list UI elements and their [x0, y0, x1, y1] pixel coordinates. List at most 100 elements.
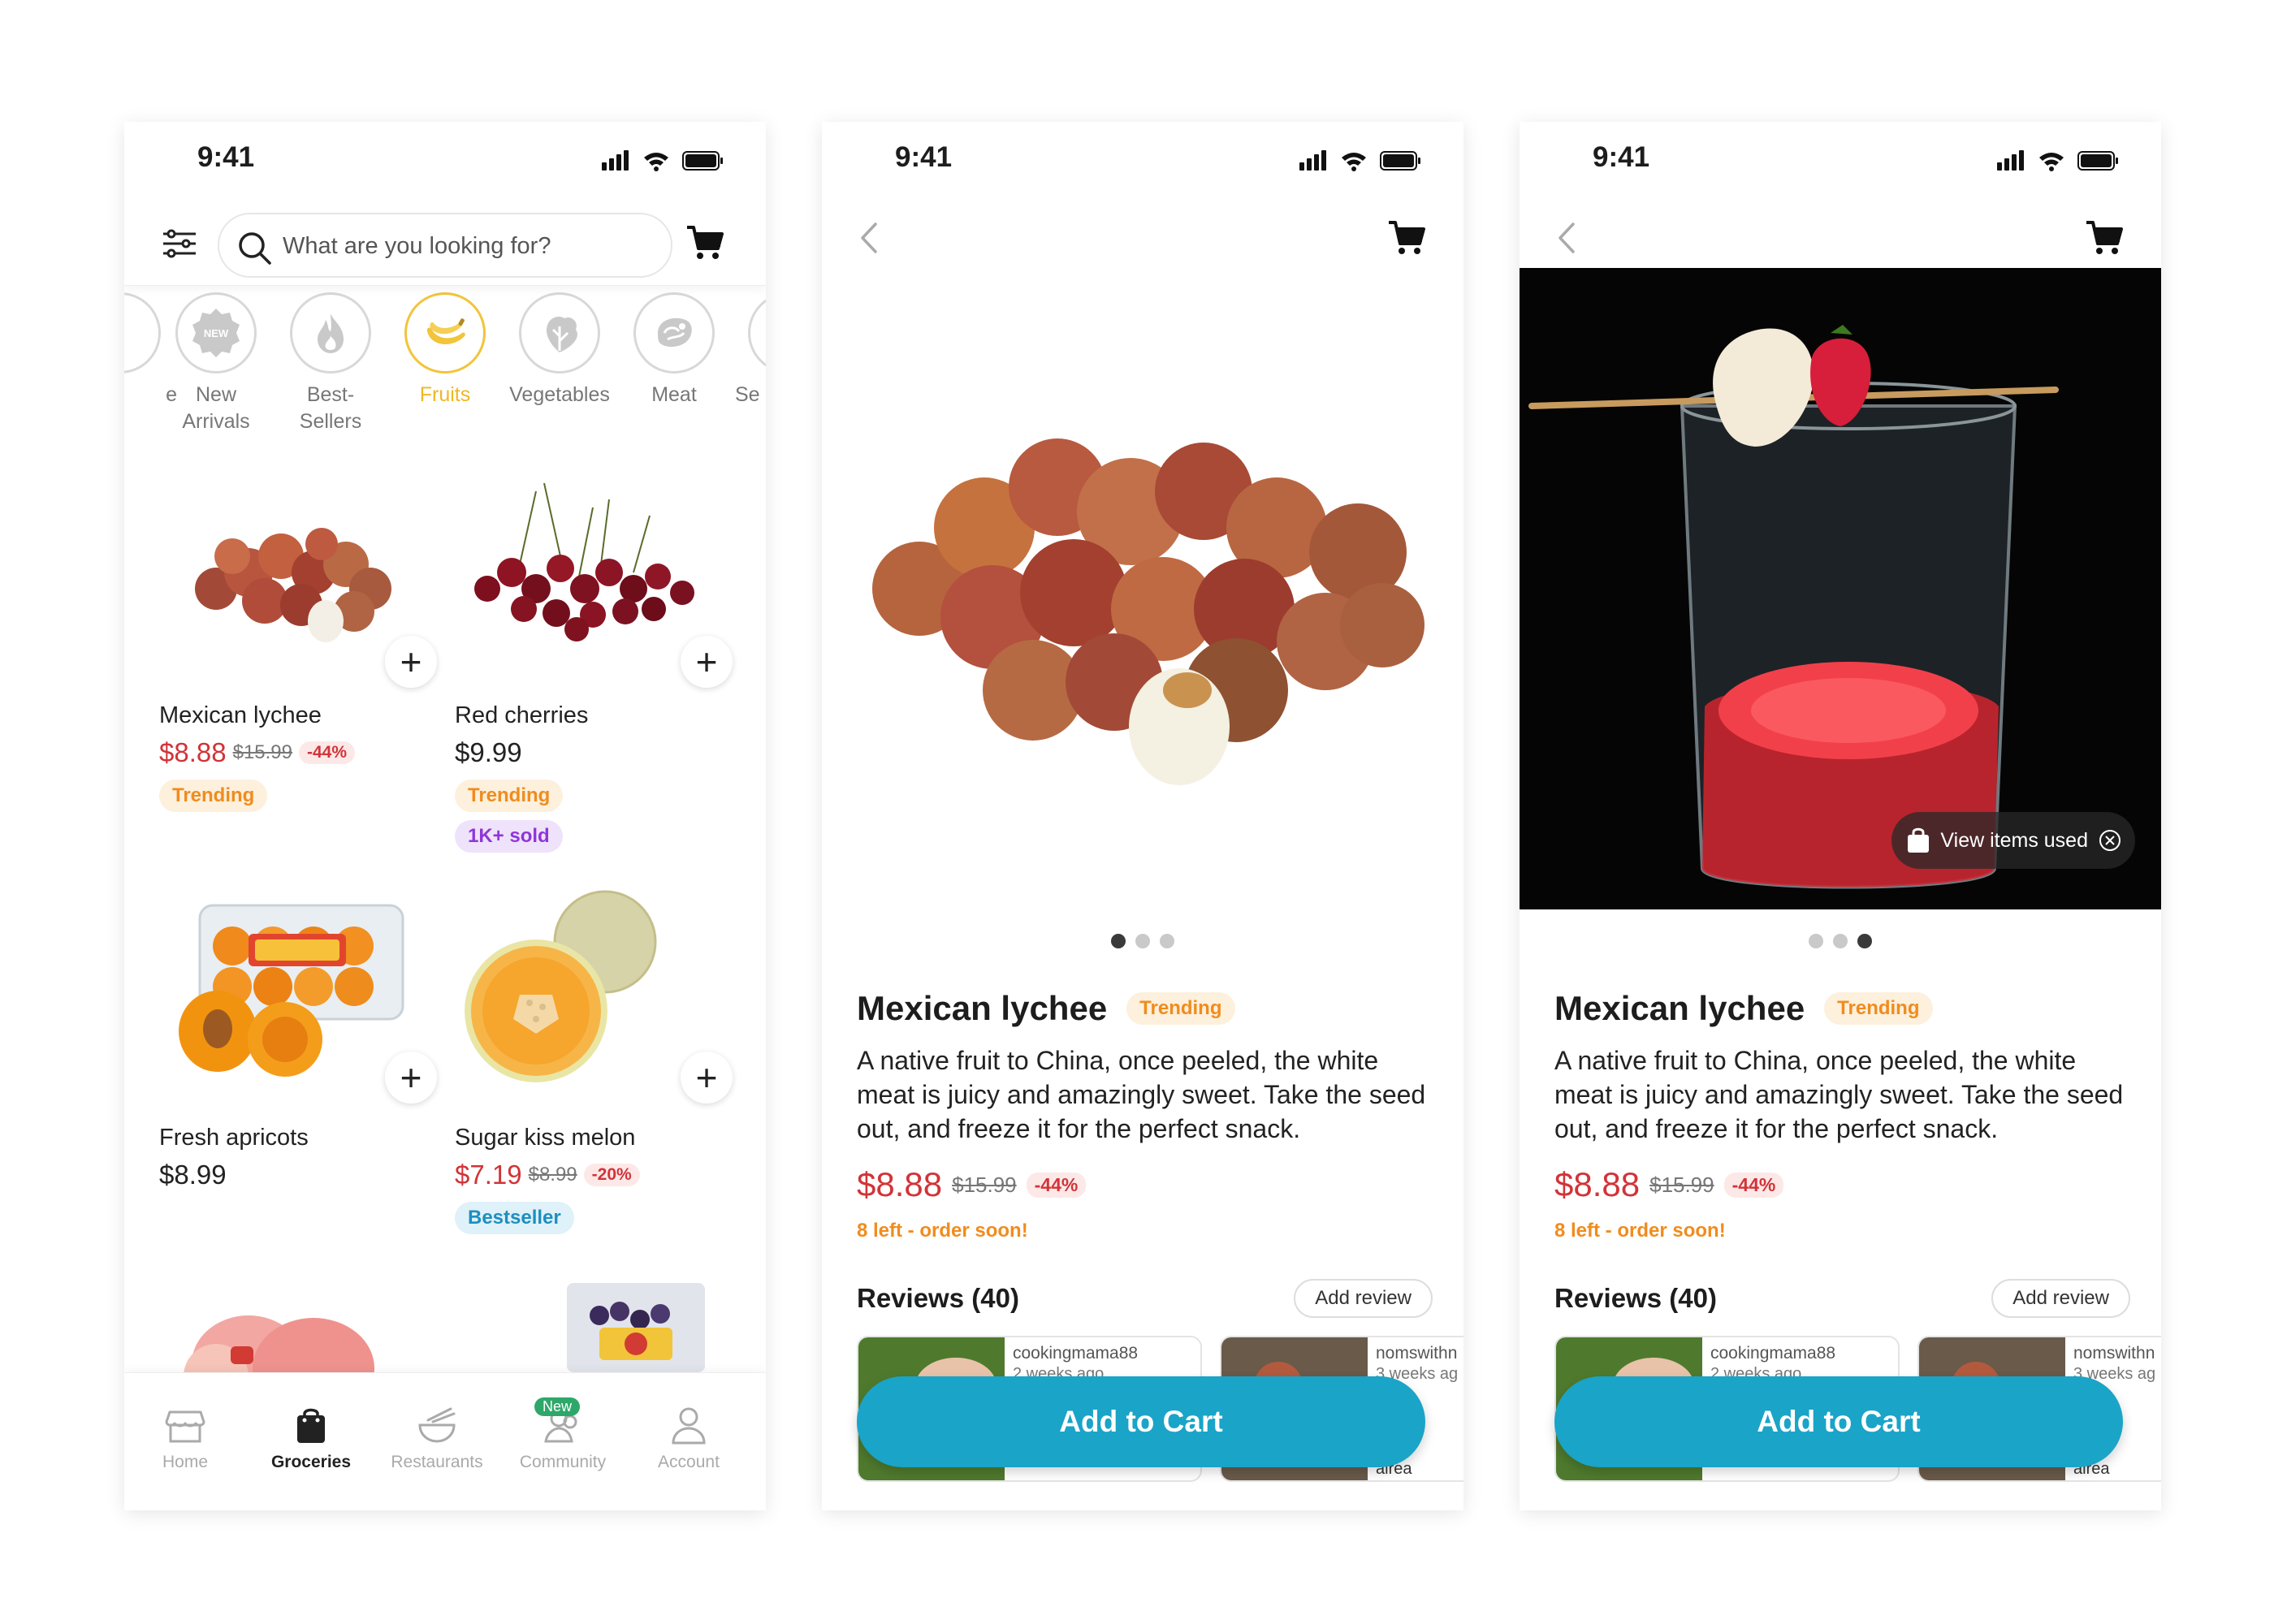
- discount-badge: -44%: [299, 741, 356, 764]
- status-time: 9:41: [895, 141, 953, 173]
- carousel-dot[interactable]: [1111, 934, 1126, 948]
- search-input[interactable]: [283, 227, 656, 265]
- category-row: e NEW New Arrivals Best- Sellers Fruits …: [124, 292, 766, 433]
- product-price: $9.99: [455, 737, 522, 767]
- category-best-sellers[interactable]: Best- Sellers: [274, 292, 387, 435]
- nav-groceries[interactable]: Groceries: [250, 1402, 372, 1472]
- add-to-cart-button[interactable]: +: [681, 636, 733, 688]
- category-partial-right[interactable]: Se: [732, 292, 766, 408]
- new-badge-icon: NEW: [192, 309, 240, 357]
- product-image-lychee: [195, 528, 391, 642]
- trending-badge: Trending: [455, 780, 564, 812]
- product-detail-screen: 9:41 Mexican lychee Trending A native fr…: [822, 122, 1463, 1510]
- status-icons: [1299, 150, 1420, 171]
- filter-icon[interactable]: [160, 224, 199, 263]
- add-review-button[interactable]: Add review: [1991, 1279, 2130, 1318]
- category-fruits[interactable]: Fruits: [388, 292, 502, 408]
- add-to-cart-button[interactable]: +: [681, 1052, 733, 1104]
- back-chevron-icon[interactable]: [853, 218, 885, 258]
- nav-label: Home: [162, 1453, 209, 1471]
- product-image-cherries: [474, 482, 694, 641]
- close-circle-icon[interactable]: [2098, 828, 2122, 853]
- category-meat[interactable]: Meat: [617, 292, 731, 408]
- reviews-heading: Reviews (40): [1554, 1283, 1717, 1313]
- nav-home[interactable]: Home: [124, 1402, 246, 1472]
- product-image-grapes: [567, 1283, 705, 1372]
- product-name: Sugar kiss melon: [455, 1125, 636, 1151]
- product-price: $8.88: [1554, 1165, 1641, 1203]
- cart-icon[interactable]: [1386, 218, 1427, 258]
- flame-icon: [318, 313, 344, 353]
- groceries-screen: 9:41 e: [124, 122, 766, 1510]
- bottom-nav: Home Groceries Restaurants New Community: [124, 1372, 766, 1510]
- shopping-bag-icon: [1908, 827, 1930, 853]
- product-description: A native fruit to China, once peeled, th…: [1554, 1046, 2124, 1143]
- vegetable-icon: [546, 317, 577, 352]
- reviews-heading: Reviews (40): [857, 1283, 1019, 1313]
- bestseller-badge: Bestseller: [455, 1202, 574, 1234]
- trending-badge: Trending: [1824, 992, 1933, 1025]
- carousel-dot[interactable]: [1809, 934, 1823, 948]
- product-prices: $9.99: [455, 737, 522, 768]
- product-title-row: Mexican lychee Trending: [857, 989, 1235, 1028]
- carousel-dot[interactable]: [1160, 934, 1174, 948]
- view-items-used-button[interactable]: View items used: [1891, 812, 2135, 869]
- status-bar: 9:41: [822, 122, 1463, 195]
- product-old-price: $15.99: [1649, 1172, 1714, 1197]
- nav-restaurants[interactable]: Restaurants: [376, 1402, 498, 1472]
- product-image-melon: [465, 890, 657, 1082]
- product-title-row: Mexican lychee Trending: [1554, 989, 1933, 1028]
- trending-badge: Trending: [159, 780, 268, 812]
- account-icon: [672, 1407, 706, 1445]
- product-price: $8.88: [857, 1165, 943, 1203]
- carousel-dots[interactable]: [1520, 934, 2161, 948]
- shopping-bag-icon: [297, 1408, 325, 1443]
- store-icon: [165, 1410, 205, 1443]
- category-vegetables[interactable]: Vegetables: [503, 292, 616, 408]
- status-time: 9:41: [1593, 141, 1650, 173]
- view-items-label: View items used: [1940, 828, 2088, 852]
- product-prices: $8.88 $15.99 -44%: [159, 737, 356, 768]
- carousel-dot[interactable]: [1833, 934, 1848, 948]
- trending-badge: Trending: [1126, 992, 1235, 1025]
- svg-text:NEW: NEW: [204, 327, 229, 339]
- discount-badge: -44%: [1026, 1172, 1087, 1198]
- review-user: cookingmama88: [1710, 1344, 1836, 1363]
- cart-icon[interactable]: [685, 222, 725, 263]
- discount-badge: -20%: [583, 1164, 640, 1186]
- search-bar[interactable]: [218, 213, 672, 278]
- add-to-cart-button[interactable]: +: [385, 636, 437, 688]
- carousel-dot[interactable]: [1135, 934, 1150, 948]
- add-to-cart-button[interactable]: Add to Cart: [857, 1376, 1425, 1467]
- carousel-dot[interactable]: [1857, 934, 1872, 948]
- add-to-cart-button[interactable]: +: [385, 1052, 437, 1104]
- status-bar: 9:41: [124, 122, 766, 195]
- category-new-arrivals[interactable]: NEW New Arrivals: [159, 292, 273, 435]
- nav-community[interactable]: New Community: [502, 1397, 624, 1472]
- nav-account[interactable]: Account: [628, 1402, 750, 1472]
- product-description: A native fruit to China, once peeled, th…: [857, 1046, 1426, 1143]
- cart-icon[interactable]: [2084, 218, 2125, 258]
- product-detail-screen-recipe: 9:41 View items used Mexican lychee Tren…: [1520, 122, 2161, 1510]
- status-time: 9:41: [197, 141, 255, 173]
- stock-notice: 8 left - order soon!: [1554, 1220, 1726, 1242]
- product-price: $7.19: [455, 1160, 522, 1190]
- category-label: Best- Sellers: [299, 383, 362, 433]
- product-price: $8.99: [159, 1160, 227, 1190]
- review-user: nomswithn: [1376, 1344, 1458, 1363]
- product-prices: $8.99: [159, 1160, 227, 1190]
- category-label: Vegetables: [509, 383, 610, 406]
- nav-label: Restaurants: [391, 1453, 483, 1471]
- product-hero-image: [872, 438, 1424, 785]
- product-prices: $8.88 $15.99 -44%: [1554, 1165, 1784, 1204]
- search-icon: [239, 232, 271, 265]
- status-icons: [602, 150, 723, 171]
- discount-badge: -44%: [1723, 1172, 1784, 1198]
- product-old-price: $8.99: [528, 1164, 577, 1186]
- back-chevron-icon[interactable]: [1550, 218, 1583, 258]
- carousel-dots[interactable]: [822, 934, 1463, 948]
- add-to-cart-button[interactable]: Add to Cart: [1554, 1376, 2123, 1467]
- meat-icon: [658, 317, 692, 348]
- add-review-button[interactable]: Add review: [1294, 1279, 1433, 1318]
- status-icons: [1997, 150, 2118, 171]
